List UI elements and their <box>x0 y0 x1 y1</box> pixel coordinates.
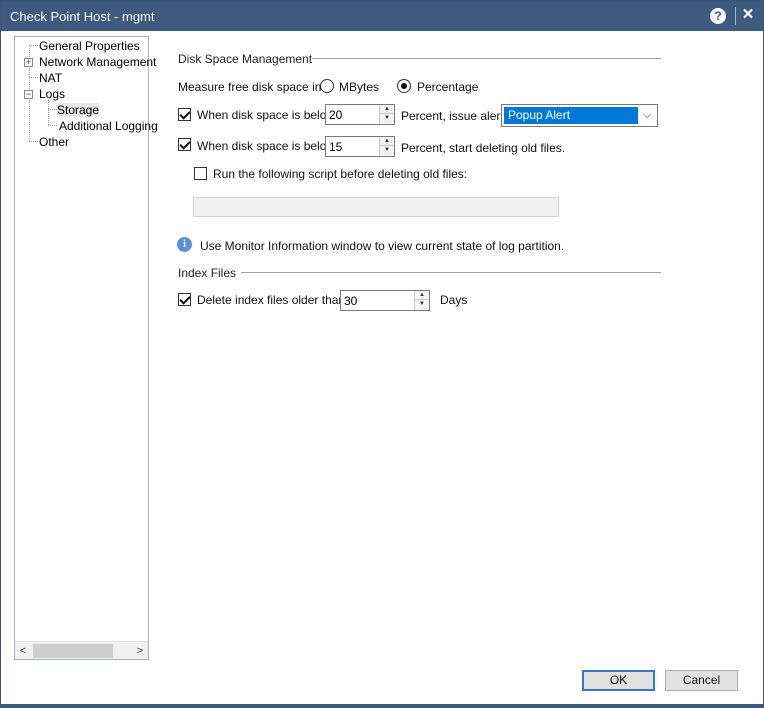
index-age-value[interactable]: 30 <box>344 294 357 308</box>
delete-index-checkbox[interactable] <box>178 293 191 306</box>
scroll-left-icon[interactable]: < <box>16 643 30 659</box>
tree-item-logs[interactable]: Logs <box>39 87 65 101</box>
delete-threshold-label: When disk space is below <box>197 139 336 153</box>
navigation-tree[interactable]: General Properties + Network Management … <box>14 36 158 660</box>
percentage-radio[interactable] <box>397 79 411 93</box>
chevron-down-icon[interactable]: ⌵ <box>640 108 654 123</box>
stepper-buttons: ▲ ▼ <box>379 137 394 156</box>
alert-type-selected[interactable]: Popup Alert <box>504 107 638 124</box>
script-input[interactable] <box>193 197 559 217</box>
stepper-buttons: ▲ ▼ <box>414 291 429 310</box>
close-icon[interactable]: ✕ <box>740 6 756 24</box>
tree-item-label: Other <box>39 135 70 149</box>
alert-threshold-checkbox[interactable] <box>178 108 191 121</box>
tree-item-label: Logs <box>39 87 66 101</box>
index-age-unit: Days <box>440 293 468 307</box>
disk-space-section-title: Disk Space Management <box>178 52 313 66</box>
help-icon[interactable]: ? <box>710 8 726 24</box>
tree-item-network-management[interactable]: Network Management <box>39 55 156 69</box>
titlebar-separator <box>735 7 736 25</box>
tree-item-nat[interactable]: NAT <box>39 71 62 85</box>
tree-item-other[interactable]: Other <box>39 135 69 149</box>
tree-line <box>29 45 38 46</box>
stepper-up-icon[interactable]: ▲ <box>415 291 429 300</box>
stepper-up-icon[interactable]: ▲ <box>380 105 394 114</box>
delete-threshold-suffix: Percent, start deleting old files. <box>401 141 566 155</box>
collapse-minus-icon[interactable]: − <box>24 90 33 99</box>
tree-horizontal-scrollbar[interactable]: < > <box>15 641 148 659</box>
tree-item-label: General Properties <box>39 39 140 53</box>
stepper-down-icon[interactable]: ▼ <box>380 114 394 123</box>
measure-label: Measure free disk space in: <box>178 80 325 94</box>
delete-threshold-stepper[interactable]: 15 ▲ ▼ <box>325 136 395 157</box>
alert-threshold-stepper[interactable]: 20 ▲ ▼ <box>325 104 395 125</box>
dialog-window: Check Point Host - mgmt ? ✕ General Prop… <box>0 0 764 708</box>
stepper-buttons: ▲ ▼ <box>379 105 394 124</box>
tree-item-label: Additional Logging <box>59 119 158 133</box>
scroll-right-icon[interactable]: > <box>133 643 147 659</box>
tree-item-label: Network Management <box>39 55 157 69</box>
window-bottom-border <box>1 704 763 708</box>
tree-item-label: Storage <box>57 103 100 117</box>
tree-item-additional-logging[interactable]: Additional Logging <box>59 119 158 133</box>
info-text: Use Monitor Information window to view c… <box>200 239 565 253</box>
alert-threshold-suffix: Percent, issue alert: <box>401 109 508 123</box>
window-title: Check Point Host - mgmt <box>10 9 155 24</box>
percentage-label[interactable]: Percentage <box>417 80 478 94</box>
info-icon: i <box>177 237 192 252</box>
cancel-button[interactable]: Cancel <box>665 670 738 691</box>
tree-line <box>29 77 38 78</box>
run-script-checkbox[interactable] <box>194 167 207 180</box>
tree-line <box>48 109 57 110</box>
alert-threshold-value[interactable]: 20 <box>329 108 342 122</box>
mbytes-radio[interactable] <box>320 79 334 93</box>
section-divider <box>241 272 661 273</box>
ok-button[interactable]: OK <box>582 670 655 691</box>
index-age-stepper[interactable]: 30 ▲ ▼ <box>340 290 430 311</box>
title-bar: Check Point Host - mgmt ? ✕ <box>1 1 763 31</box>
tree-item-general-properties[interactable]: General Properties <box>39 39 140 53</box>
delete-index-label: Delete index files older than <box>197 293 346 307</box>
alert-threshold-label: When disk space is below <box>197 108 336 122</box>
run-script-label: Run the following script before deleting… <box>213 167 468 181</box>
alert-type-dropdown[interactable]: Popup Alert ⌵ <box>501 104 658 127</box>
delete-threshold-value[interactable]: 15 <box>329 140 342 154</box>
tree-item-storage[interactable]: Storage <box>57 103 100 117</box>
stepper-down-icon[interactable]: ▼ <box>380 146 394 155</box>
delete-threshold-checkbox[interactable] <box>178 138 191 151</box>
mbytes-label[interactable]: MBytes <box>339 80 379 94</box>
stepper-down-icon[interactable]: ▼ <box>415 300 429 309</box>
stepper-up-icon[interactable]: ▲ <box>380 137 394 146</box>
expand-plus-icon[interactable]: + <box>24 58 33 67</box>
index-files-section-title: Index Files <box>178 266 237 280</box>
scrollbar-thumb[interactable] <box>33 644 113 658</box>
section-divider <box>312 58 661 59</box>
tree-item-label: NAT <box>39 71 63 85</box>
tree-line <box>29 141 38 142</box>
tree-line <box>48 99 49 125</box>
tree-line <box>48 125 57 126</box>
